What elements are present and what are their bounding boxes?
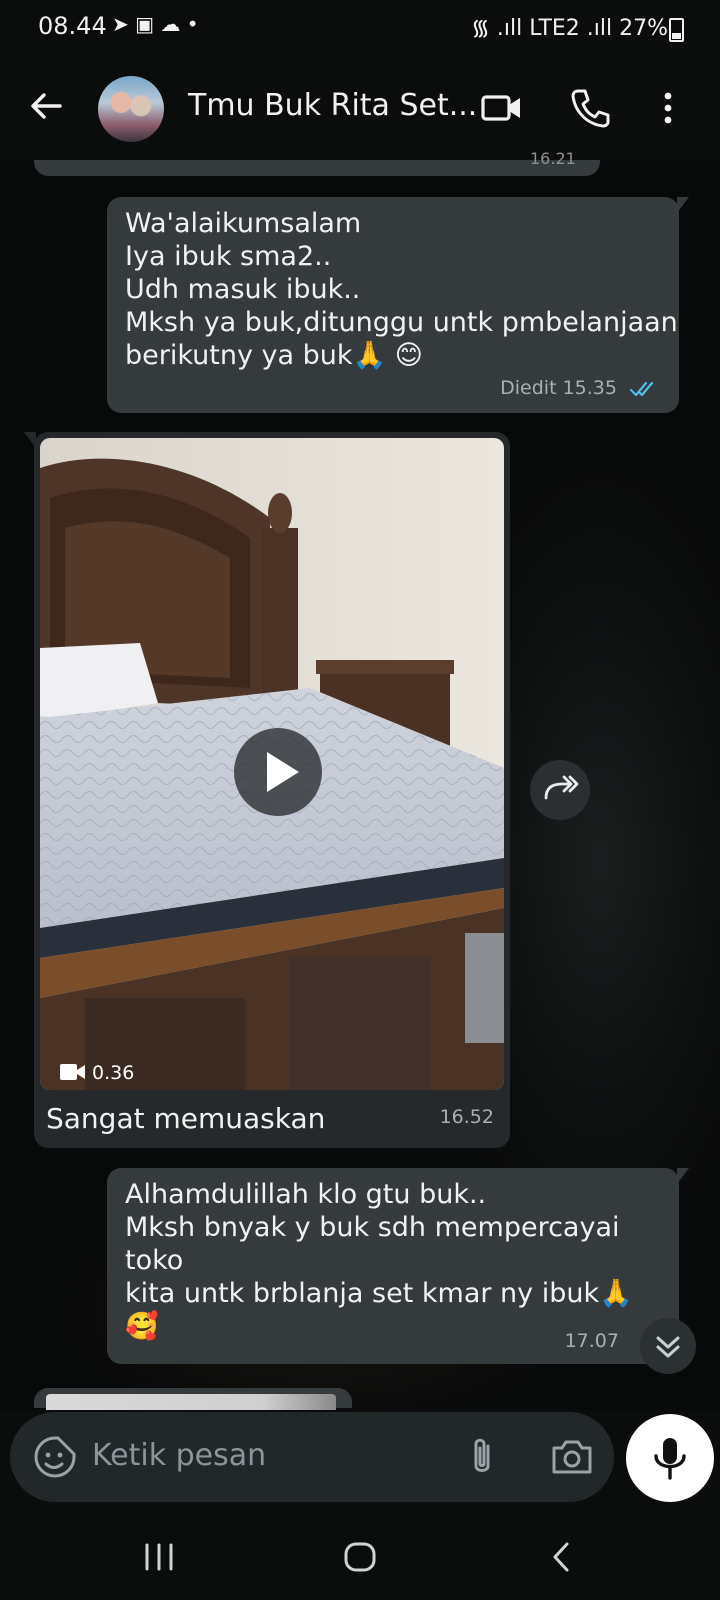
more-options-icon[interactable] [646,86,690,130]
notification-icons: ➤ ▣ ☁ • [112,12,199,36]
double-chevron-down-icon [656,1336,680,1358]
message-input[interactable]: Ketik pesan [92,1438,266,1473]
microphone-icon [654,1438,686,1480]
battery-icon [669,18,684,42]
forward-icon [544,775,579,800]
message-time: 16.52 [439,1106,494,1128]
voice-message-button[interactable] [626,1414,714,1502]
avatar[interactable] [98,76,164,142]
message-meta: Diedit 15.35 [500,377,659,399]
incoming-video-message[interactable]: 0.36 Sangat memuaskan 16.52 [24,432,510,1148]
message-text: Alhamdulillah klo gtu buk.. Mksh bnyak y… [125,1179,633,1342]
status-bar: 08.44 ➤ ▣ ☁ • ᯾ .ıll LTE2 .ıll 27% [0,0,720,56]
chat-header: Tmu Buk Rita Set... [0,56,720,160]
read-ticks-icon [629,381,654,396]
system-navigation-bar [0,1512,720,1600]
chat-title[interactable]: Tmu Buk Rita Set... [188,88,477,123]
camera-icon[interactable] [550,1436,594,1478]
video-duration: 0.36 [60,1062,134,1084]
forward-button[interactable] [530,760,590,820]
voice-call-icon[interactable] [568,86,612,130]
scroll-to-bottom-button[interactable] [640,1318,696,1374]
message-composer: Ketik pesan [10,1412,614,1502]
message-time: 17.07 [564,1330,619,1352]
back-arrow-icon[interactable] [26,86,66,126]
outgoing-message-bubble[interactable]: Alhamdulillah klo gtu buk.. Mksh bnyak y… [107,1168,689,1364]
message-text: Wa'alaikumsalam Iya ibuk sma2.. Udh masu… [125,208,678,371]
previous-message-bubble[interactable] [34,160,600,176]
previous-message-time: 16.21 [530,149,576,168]
home-icon[interactable] [335,1532,385,1582]
video-caption: Sangat memuaskan [46,1102,326,1135]
outgoing-message-bubble[interactable]: Wa'alaikumsalam Iya ibuk sma2.. Udh masu… [107,197,689,413]
video-duration-text: 0.36 [92,1062,135,1084]
play-button[interactable] [234,728,322,816]
video-thumbnail[interactable]: 0.36 [40,438,504,1090]
paperclip-icon[interactable] [462,1434,502,1480]
sticker-emoji-icon[interactable] [32,1434,78,1480]
edited-time: Diedit 15.35 [500,377,617,399]
partial-next-message[interactable] [34,1388,352,1410]
signal-battery-text: ᯾ .ıll LTE2 .ıll 27% [471,16,668,41]
recent-apps-icon[interactable] [134,1532,184,1582]
status-time: 08.44 [38,12,107,40]
video-camera-icon [60,1064,85,1080]
video-call-icon[interactable] [480,86,524,130]
back-nav-icon[interactable] [537,1532,587,1582]
